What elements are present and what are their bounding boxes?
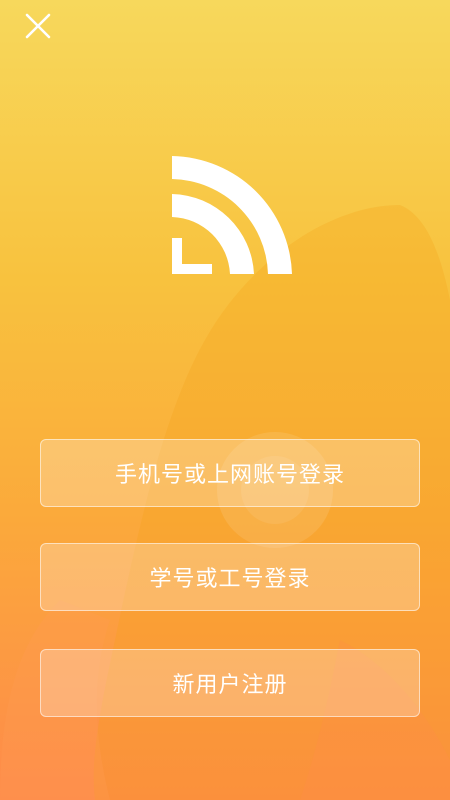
new-user-register-button[interactable]: 新用户注册 — [40, 649, 420, 717]
wifi-signal-logo-icon — [172, 156, 292, 274]
login-screen: 手机号或上网账号登录 学号或工号登录 新用户注册 — [0, 0, 450, 800]
student-or-staff-id-login-button[interactable]: 学号或工号登录 — [40, 543, 420, 611]
close-button[interactable] — [18, 10, 58, 44]
close-icon — [25, 13, 51, 39]
phone-or-account-login-button[interactable]: 手机号或上网账号登录 — [40, 439, 420, 507]
